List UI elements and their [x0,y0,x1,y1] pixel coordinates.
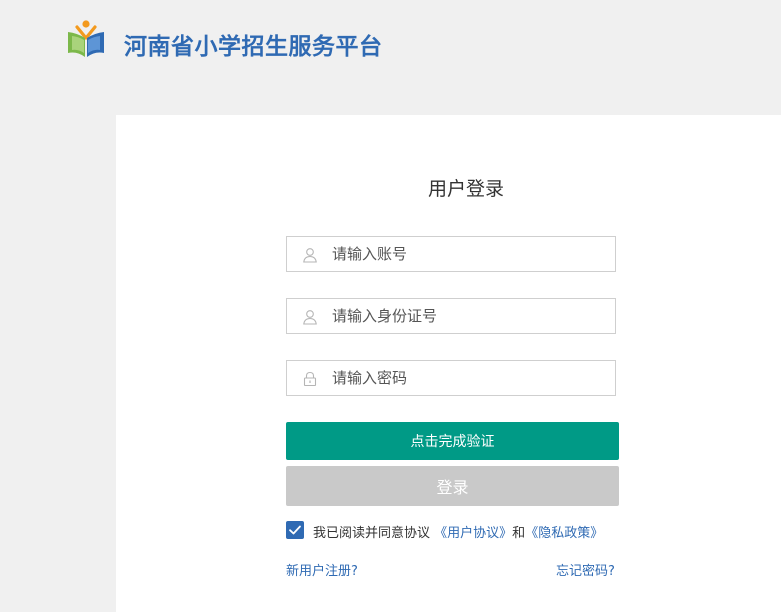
login-panel: 用户登录 点击完成验证 登录 我已阅读并同意协议 《用户协议》和《隐私政策》 [116,115,781,612]
user-icon [303,310,317,325]
password-input[interactable] [332,361,607,395]
password-field[interactable] [286,360,616,396]
forgot-password-link[interactable]: 忘记密码? [556,560,615,579]
account-field[interactable] [286,236,616,272]
book-person-logo-icon [68,20,104,57]
verify-button[interactable]: 点击完成验证 [286,422,619,460]
agreement-row: 我已阅读并同意协议 《用户协议》和《隐私政策》 [286,521,631,541]
register-link[interactable]: 新用户注册? [286,560,358,579]
lock-icon [303,371,317,387]
id-number-field[interactable] [286,298,616,334]
login-button[interactable]: 登录 [286,466,619,506]
account-input[interactable] [332,237,607,271]
agreement-checkbox[interactable] [286,521,304,539]
id-number-input[interactable] [332,299,607,333]
header: 河南省小学招生服务平台 [0,0,781,90]
site-title: 河南省小学招生服务平台 [124,34,383,60]
check-icon [289,525,301,535]
agreement-text: 我已阅读并同意协议 《用户协议》和《隐私政策》 [313,522,603,541]
login-title: 用户登录 [427,178,504,200]
user-agreement-link[interactable]: 《用户协议》 [434,526,512,541]
agreement-prefix: 我已阅读并同意协议 [313,526,431,541]
user-icon [303,248,317,263]
privacy-policy-link[interactable]: 《隐私政策》 [525,526,603,541]
agreement-and: 和 [512,526,526,541]
